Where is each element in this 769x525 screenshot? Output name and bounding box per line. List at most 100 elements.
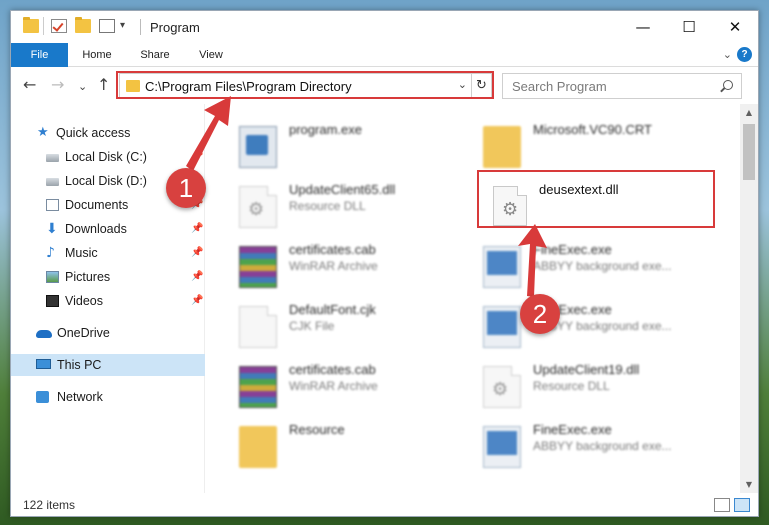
navigation-pane: ★ Quick access Local Disk (C:) 📌 Local D… xyxy=(11,104,205,493)
sidebar-item-quick-access[interactable]: ★ Quick access xyxy=(11,122,205,144)
exe-icon xyxy=(483,246,521,288)
help-icon[interactable]: ? xyxy=(737,47,752,62)
quick-access-dropdown-icon[interactable]: ▾ xyxy=(120,20,125,31)
minimize-button[interactable]: — xyxy=(620,11,666,43)
sidebar-item-label: Quick access xyxy=(56,126,131,140)
file-name: program.exe xyxy=(289,122,362,137)
back-button[interactable]: ← xyxy=(23,76,36,94)
window-title: Program xyxy=(150,20,200,35)
title-bar: ▾ Program — ☐ ✕ xyxy=(11,11,758,43)
sidebar-item-onedrive[interactable]: OneDrive xyxy=(11,322,205,344)
large-icons-view-icon[interactable] xyxy=(734,498,750,512)
search-input[interactable] xyxy=(503,74,713,98)
status-bar: 122 items xyxy=(11,493,758,516)
step2-marker: 2 xyxy=(520,294,560,334)
list-item[interactable]: DefaultFont.cjk CJK File xyxy=(239,302,479,354)
file-type: ABBYY background exe... xyxy=(533,259,672,273)
pin-icon[interactable]: 📌 xyxy=(191,146,203,168)
address-bar-highlight xyxy=(116,71,494,99)
disk-icon xyxy=(46,154,59,162)
list-item[interactable]: program.exe xyxy=(239,122,479,174)
file-name: UpdateClient19.dll xyxy=(533,362,640,377)
sidebar-item-label: Network xyxy=(57,390,103,404)
exe-icon xyxy=(483,306,521,348)
sidebar-item-network[interactable]: Network xyxy=(11,386,205,408)
expand-ribbon-icon[interactable]: ⌄ xyxy=(723,48,732,61)
list-item[interactable]: Microsoft.VC90.CRT xyxy=(483,122,723,174)
new-folder-icon[interactable] xyxy=(75,17,91,33)
maximize-button[interactable]: ☐ xyxy=(666,11,712,43)
sidebar-item-label: Downloads xyxy=(65,222,127,236)
search-box[interactable] xyxy=(502,73,742,99)
file-type: ABBYY background exe... xyxy=(533,439,672,453)
sidebar-item-videos[interactable]: Videos 📌 xyxy=(11,290,205,312)
pin-icon[interactable]: 📌 xyxy=(191,218,203,240)
forward-button[interactable]: → xyxy=(51,76,64,94)
file-name: certificates.cab xyxy=(289,242,376,257)
quick-access-divider xyxy=(43,17,44,35)
file-icon xyxy=(239,306,277,348)
scroll-thumb[interactable] xyxy=(743,124,755,180)
archive-icon xyxy=(239,246,277,288)
sidebar-item-this-pc[interactable]: This PC xyxy=(11,354,205,376)
sidebar-item-label: Videos xyxy=(65,294,103,308)
list-item[interactable]: certificates.cab WinRAR Archive xyxy=(239,242,479,294)
folder-icon[interactable] xyxy=(23,17,39,33)
step1-marker: 1 xyxy=(166,168,206,208)
tab-file[interactable]: File xyxy=(11,43,68,67)
file-type: Resource DLL xyxy=(289,199,366,213)
file-name: FineExec.exe xyxy=(533,242,612,257)
list-item[interactable]: Resource xyxy=(239,422,479,474)
close-button[interactable]: ✕ xyxy=(712,11,758,43)
pin-icon[interactable]: 📌 xyxy=(191,266,203,288)
pictures-icon xyxy=(46,271,59,283)
file-name: Resource xyxy=(289,422,345,437)
sidebar-item-pictures[interactable]: Pictures 📌 xyxy=(11,266,205,288)
star-icon: ★ xyxy=(37,125,49,140)
pin-icon[interactable]: 📌 xyxy=(191,242,203,264)
music-icon: ♪ xyxy=(46,245,55,261)
documents-icon xyxy=(46,199,59,211)
list-item[interactable]: UpdateClient65.dll Resource DLL xyxy=(239,182,479,234)
list-item[interactable]: UpdateClient19.dll Resource DLL xyxy=(483,362,723,414)
file-type: Resource DLL xyxy=(533,379,610,393)
dll-icon xyxy=(239,186,277,228)
file-type: WinRAR Archive xyxy=(289,259,378,273)
up-button[interactable]: ↑ xyxy=(97,76,110,94)
scroll-down-icon[interactable]: ▼ xyxy=(740,476,758,493)
file-type: WinRAR Archive xyxy=(289,379,378,393)
list-item[interactable]: FineExec.exe ABBYY background exe... xyxy=(483,302,723,354)
tab-view[interactable]: View xyxy=(189,43,233,67)
pin-icon[interactable]: 📌 xyxy=(191,290,203,312)
properties-icon[interactable] xyxy=(51,19,67,33)
setup-icon xyxy=(239,126,277,168)
list-item[interactable]: certificates.cab WinRAR Archive xyxy=(239,362,479,414)
network-icon xyxy=(36,391,49,403)
folder-icon xyxy=(483,126,521,168)
sidebar-item-label: Pictures xyxy=(65,270,111,284)
list-item[interactable]: FineExec.exe ABBYY background exe... xyxy=(483,242,723,294)
sidebar-item-music[interactable]: ♪ Music 📌 xyxy=(11,242,205,264)
tab-home[interactable]: Home xyxy=(75,43,119,67)
folder-icon xyxy=(239,426,277,468)
customize-toolbar-icon[interactable] xyxy=(99,19,115,33)
list-item[interactable]: FineExec.exe ABBYY background exe... xyxy=(483,422,723,474)
file-name: certificates.cab xyxy=(289,362,376,377)
sidebar-item-local-disk-c[interactable]: Local Disk (C:) 📌 xyxy=(11,146,205,168)
recent-locations-button[interactable]: ⌄ xyxy=(78,78,87,96)
dll-icon xyxy=(483,366,521,408)
file-name: UpdateClient65.dll xyxy=(289,182,396,197)
search-icon[interactable] xyxy=(723,80,733,90)
sidebar-item-downloads[interactable]: ⬇ Downloads 📌 xyxy=(11,218,205,240)
vertical-scrollbar[interactable]: ▲ ▼ xyxy=(740,104,758,493)
archive-icon xyxy=(239,366,277,408)
file-highlight xyxy=(477,170,715,228)
scroll-up-icon[interactable]: ▲ xyxy=(740,104,758,121)
file-name: FineExec.exe xyxy=(533,422,612,437)
exe-icon xyxy=(483,426,521,468)
details-view-icon[interactable] xyxy=(714,498,730,512)
ribbon-tabs: File Home Share View ⌄ ? xyxy=(11,43,758,67)
file-type: CJK File xyxy=(289,319,335,333)
sidebar-item-label: Documents xyxy=(65,198,129,212)
tab-share[interactable]: Share xyxy=(133,43,177,67)
